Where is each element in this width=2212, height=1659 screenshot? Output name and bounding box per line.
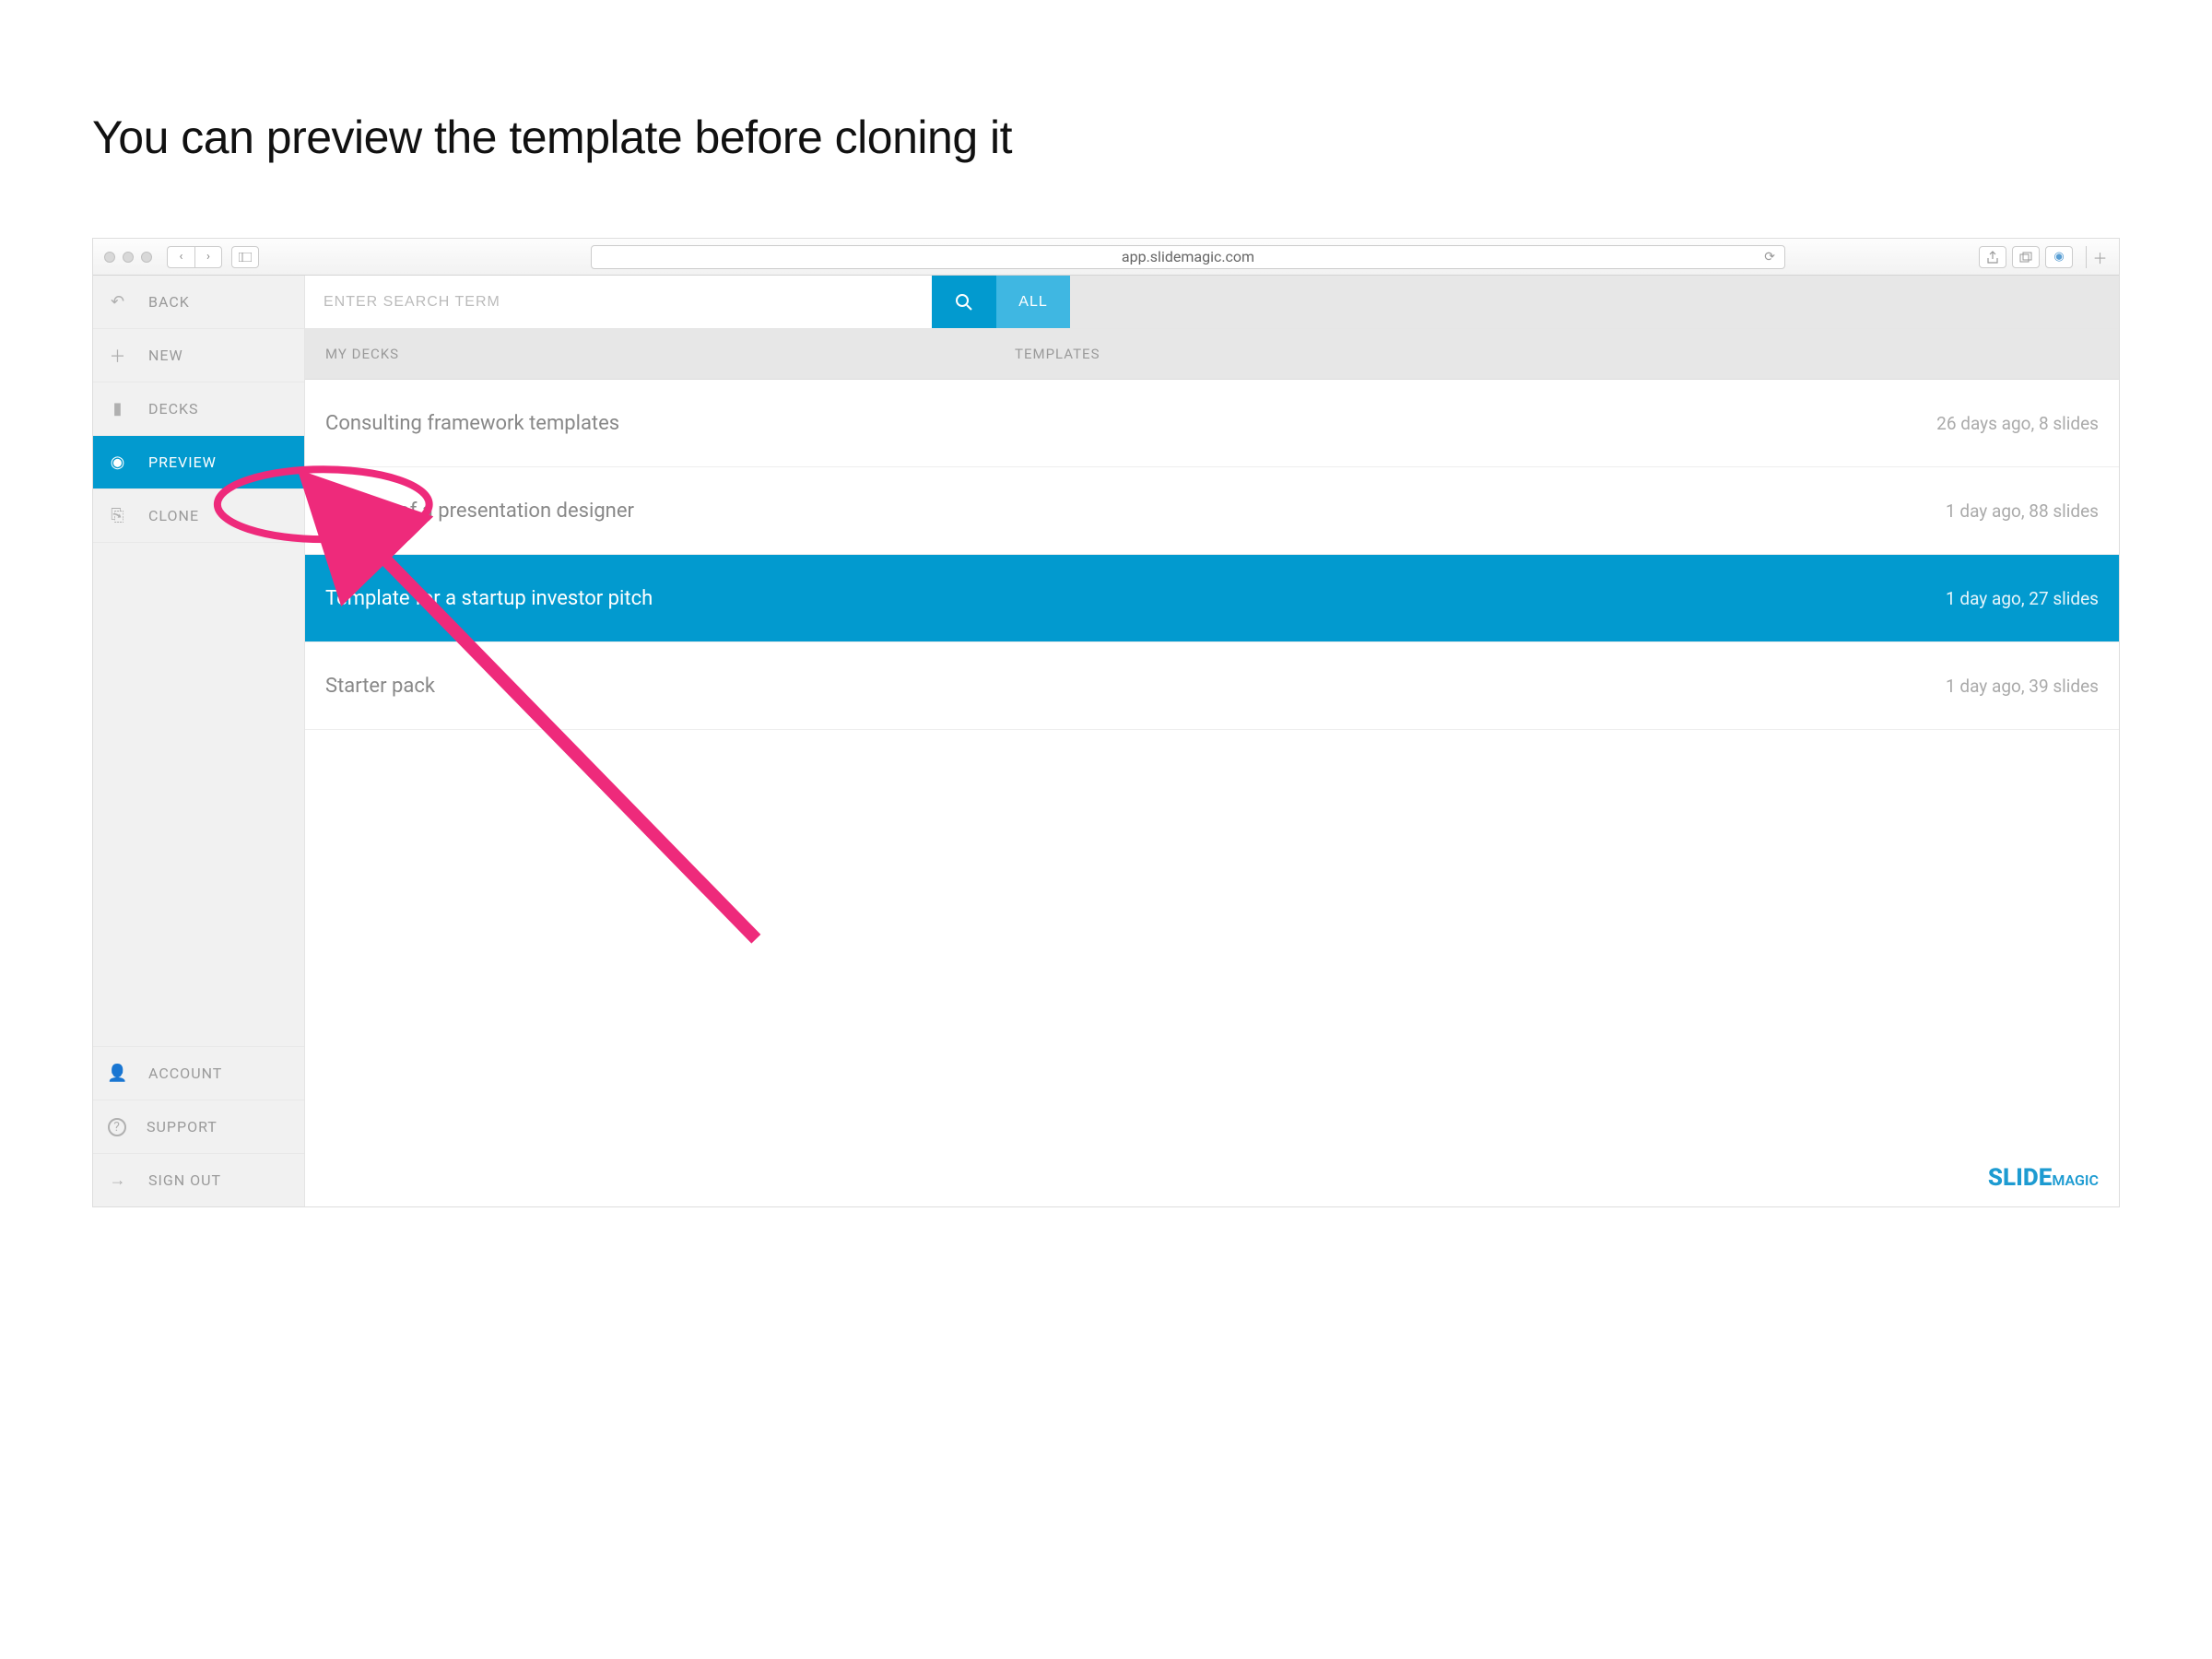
template-row[interactable]: Consulting framework templates 26 days a… [305, 380, 2119, 467]
address-bar[interactable]: app.slidemagic.com ⟳ [591, 245, 1785, 269]
traffic-light-max[interactable] [141, 252, 152, 263]
nav-back-forward: ‹ › [167, 246, 222, 268]
template-meta: 1 day ago, 27 slides [1946, 588, 2099, 609]
sidebar-item-label: BACK [148, 293, 190, 311]
sidebar-item-preview[interactable]: ◉ PREVIEW [93, 436, 304, 489]
main-area: ALL MY DECKS TEMPLATES Consulting framew… [305, 276, 2119, 1206]
browser-back-button[interactable]: ‹ [167, 246, 194, 268]
template-title: Consulting framework templates [325, 412, 619, 435]
browser-forward-button[interactable]: › [194, 246, 222, 268]
tabs-row: MY DECKS TEMPLATES [305, 329, 2119, 380]
search-button[interactable] [932, 276, 996, 328]
folder-icon: ▮ [108, 399, 128, 419]
back-icon: ↶ [108, 292, 128, 312]
eye-icon: ◉ [108, 453, 128, 473]
template-meta: 1 day ago, 39 slides [1946, 676, 2099, 697]
sidebar-item-label: SIGN OUT [148, 1171, 221, 1189]
browser-window: ‹ › app.slidemagic.com ⟳ ◉ ＋ ↶ BACK [92, 238, 2120, 1207]
sidebar-item-back[interactable]: ↶ BACK [93, 276, 304, 329]
chrome-right-controls: ◉ [1979, 246, 2073, 268]
sidebar: ↶ BACK ＋ NEW ▮ DECKS ◉ PREVIEW ⎘ CLONE [93, 276, 305, 1206]
sidebar-item-new[interactable]: ＋ NEW [93, 329, 304, 382]
sidebar-item-support[interactable]: ? SUPPORT [93, 1100, 304, 1153]
sidebar-item-label: ACCOUNT [148, 1065, 222, 1082]
template-row-selected[interactable]: Template for a startup investor pitch 1 … [305, 555, 2119, 642]
clone-icon: ⎘ [108, 506, 128, 526]
template-title: Secrets of a presentation designer [325, 500, 634, 523]
app-body: ↶ BACK ＋ NEW ▮ DECKS ◉ PREVIEW ⎘ CLONE [93, 276, 2119, 1206]
browser-chrome: ‹ › app.slidemagic.com ⟳ ◉ ＋ [93, 239, 2119, 276]
search-input[interactable] [305, 276, 932, 328]
traffic-lights [104, 252, 152, 263]
slide-heading: You can preview the template before clon… [92, 111, 2120, 164]
traffic-light-min[interactable] [123, 252, 134, 263]
sidebar-item-decks[interactable]: ▮ DECKS [93, 382, 304, 436]
sidebar-item-label: CLONE [148, 507, 199, 524]
template-row[interactable]: Starter pack 1 day ago, 39 slides [305, 642, 2119, 730]
share-button[interactable] [1979, 246, 2006, 268]
search-icon [955, 293, 973, 312]
sidebar-item-account[interactable]: 👤 ACCOUNT [93, 1046, 304, 1100]
reload-icon[interactable]: ⟳ [1764, 250, 1775, 265]
tab-templates[interactable]: TEMPLATES [987, 329, 2119, 379]
plus-icon: ＋ [108, 346, 128, 366]
help-icon: ? [108, 1118, 126, 1136]
sidebar-item-label: SUPPORT [147, 1118, 218, 1135]
signout-icon: → [108, 1171, 128, 1191]
user-icon: 👤 [108, 1064, 128, 1084]
new-tab-button[interactable]: ＋ [2086, 246, 2108, 268]
filter-all-button[interactable]: ALL [996, 276, 1070, 328]
tab-my-decks[interactable]: MY DECKS [305, 329, 932, 379]
tabs-button[interactable] [2012, 246, 2040, 268]
downloads-button[interactable]: ◉ [2045, 246, 2073, 268]
template-meta: 26 days ago, 8 slides [1936, 413, 2099, 434]
template-title: Starter pack [325, 675, 435, 698]
sidebar-item-label: DECKS [148, 400, 199, 418]
sidebar-item-label: NEW [148, 347, 183, 364]
template-meta: 1 day ago, 88 slides [1946, 500, 2099, 522]
sidebar-item-clone[interactable]: ⎘ CLONE [93, 489, 304, 543]
sidebar-toggle-button[interactable] [231, 246, 259, 268]
search-row-filler [1070, 276, 2119, 328]
url-text: app.slidemagic.com [1122, 248, 1254, 265]
template-row[interactable]: Secrets of a presentation designer 1 day… [305, 467, 2119, 555]
template-title: Template for a startup investor pitch [325, 587, 653, 610]
traffic-light-close[interactable] [104, 252, 115, 263]
search-row: ALL [305, 276, 2119, 329]
brand-logo: SLIDEMAGIC [1988, 1164, 2099, 1192]
sidebar-item-label: PREVIEW [148, 453, 217, 471]
sidebar-item-signout[interactable]: → SIGN OUT [93, 1153, 304, 1206]
